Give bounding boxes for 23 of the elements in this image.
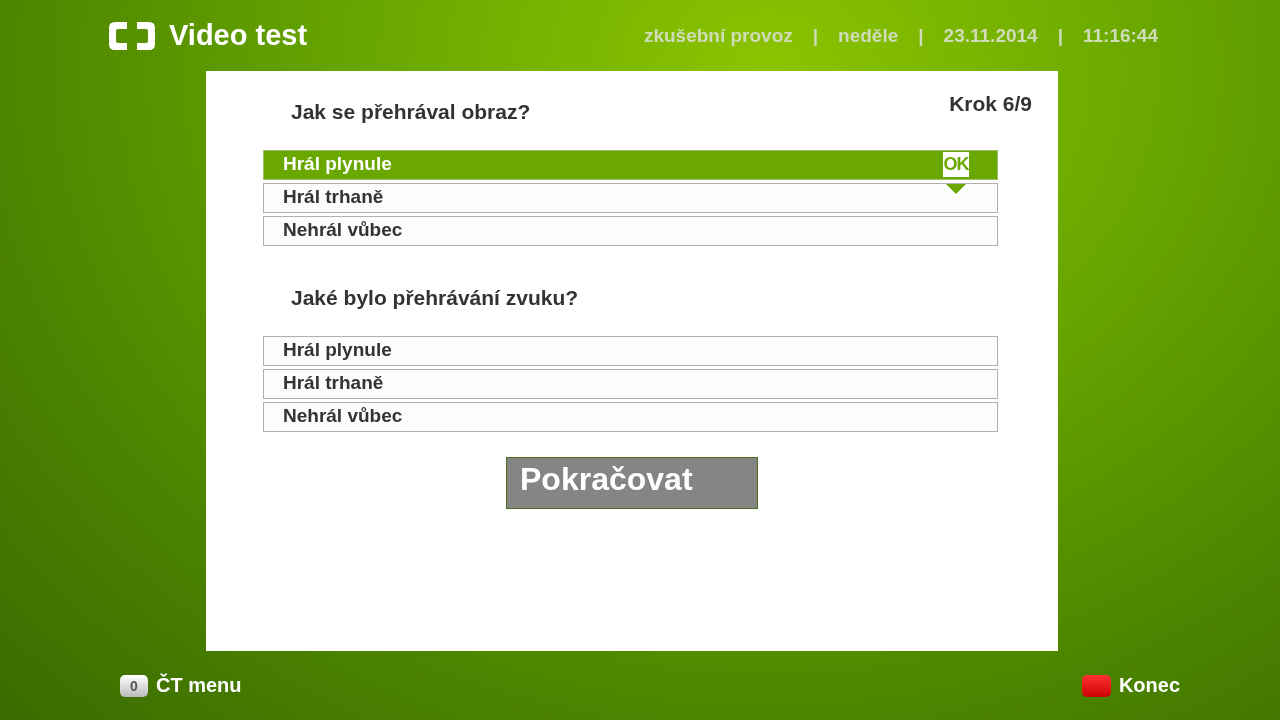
- answer-option[interactable]: Hrál trhaně: [263, 183, 998, 213]
- ok-badge: OK: [943, 152, 969, 177]
- question-text: Jak se přehrával obraz?: [291, 100, 531, 125]
- exit-label: Konec: [1118, 674, 1180, 697]
- step-counter: Krok 6/9: [949, 92, 1032, 116]
- status-text: neděle: [838, 24, 899, 47]
- separator: |: [812, 24, 819, 47]
- key-button[interactable]: 0: [120, 674, 148, 697]
- question-text: Jaké bylo přehrávání zvuku?: [291, 286, 579, 311]
- separator: |: [918, 24, 924, 47]
- answer-option[interactable]: Hrál trhaně: [263, 369, 998, 399]
- menu-label: ČT menu: [156, 674, 242, 697]
- status-text: 11:16:44: [1083, 24, 1158, 47]
- answer-option[interactable]: Nehrál vůbec: [263, 216, 998, 246]
- exit-key-icon: [1081, 674, 1111, 697]
- app-title: Video test: [169, 19, 308, 52]
- continue-button[interactable]: Pokračovat: [506, 457, 758, 509]
- pointer-icon: [946, 184, 966, 194]
- answer-option[interactable]: Nehrál vůbec: [263, 402, 998, 432]
- answer-option[interactable]: Hrál plynule: [263, 336, 998, 366]
- status-text: 23.11.2014: [943, 24, 1038, 47]
- status-text: zkušební provoz: [643, 24, 793, 47]
- separator: |: [1057, 24, 1063, 47]
